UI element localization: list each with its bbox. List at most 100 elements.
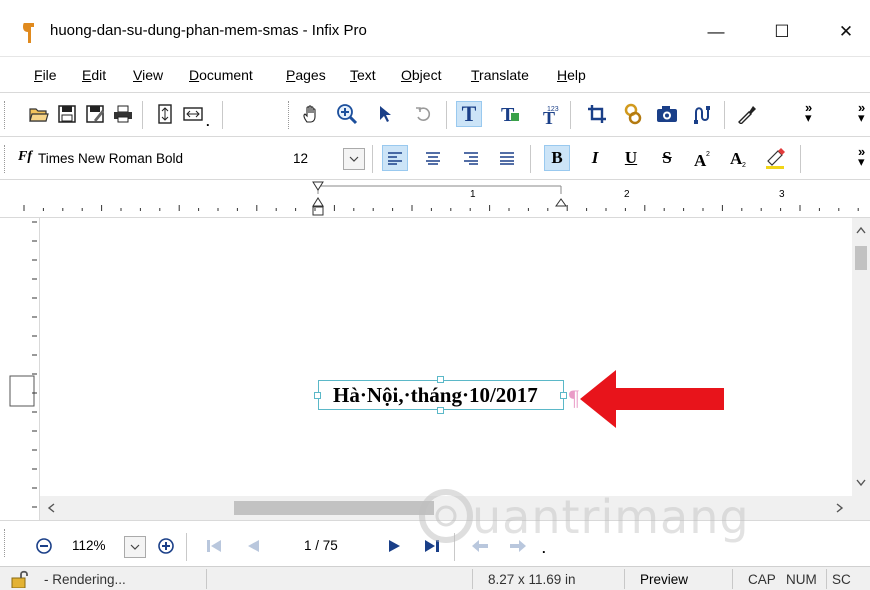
font-name-field[interactable]: Times New Roman Bold: [38, 151, 183, 166]
menu-pages[interactable]: Pages: [286, 67, 326, 83]
superscript-button[interactable]: A2: [690, 145, 716, 171]
align-right-button[interactable]: [458, 145, 484, 171]
font-icon: Ff: [18, 149, 32, 164]
toolbar-grip[interactable]: [4, 101, 7, 129]
resize-handle-right[interactable]: [560, 392, 567, 399]
hand-tool-icon[interactable]: [298, 101, 324, 127]
subscript-button[interactable]: A2: [726, 145, 752, 171]
zoom-dropdown[interactable]: [124, 536, 146, 558]
eyedropper-icon[interactable]: [734, 101, 760, 127]
close-button[interactable]: ✕: [826, 17, 866, 47]
toolbar-overflow-icon-2[interactable]: » ▾: [858, 101, 865, 124]
align-center-button[interactable]: [420, 145, 446, 171]
save-as-icon[interactable]: [82, 101, 108, 127]
scroll-left-icon: [47, 503, 55, 513]
text-tool-icon: T: [461, 101, 477, 126]
dropdown-dot-icon[interactable]: .: [206, 115, 210, 128]
page-indicator[interactable]: 1 / 75: [304, 538, 338, 553]
window-title: huong-dan-su-dung-phan-mem-smas - Infix …: [50, 22, 367, 39]
underline-button[interactable]: U: [618, 145, 644, 171]
vertical-scrollbar[interactable]: [852, 218, 870, 520]
scroll-right-icon: [836, 503, 844, 513]
text-box-icon[interactable]: T: [498, 101, 524, 127]
toolbar-overflow-icon[interactable]: » ▾: [805, 101, 812, 124]
justify-icon: [500, 152, 514, 165]
menu-edit[interactable]: Edit: [82, 67, 106, 83]
camera-icon[interactable]: [654, 101, 680, 127]
menu-view[interactable]: View: [133, 67, 163, 83]
horizontal-scroll-thumb: [234, 501, 434, 515]
path-tool-icon[interactable]: [690, 101, 716, 127]
highlighter-icon: [766, 148, 785, 169]
strikethrough-button[interactable]: S: [654, 145, 680, 171]
subscript-icon: A2: [730, 149, 746, 168]
justify-button[interactable]: [494, 145, 520, 171]
save-icon[interactable]: [54, 101, 80, 127]
font-size-field[interactable]: 12: [293, 151, 308, 166]
page-size-label: 8.27 x 11.69 in: [488, 572, 576, 587]
watermark-logo-icon: [419, 489, 473, 543]
print-icon[interactable]: [110, 101, 136, 127]
zoom-in-small-icon[interactable]: [158, 538, 174, 554]
highlight-button[interactable]: [762, 145, 788, 171]
page-portrait-icon[interactable]: [152, 101, 178, 127]
main-toolbar: . T T T 123 » ▾ » ▾: [0, 92, 870, 136]
italic-icon: I: [591, 148, 599, 167]
open-folder-icon[interactable]: [26, 101, 52, 127]
scroll-down-icon: [856, 479, 866, 487]
text-tool-button[interactable]: T: [456, 101, 482, 127]
watermark-text: uantrimang: [472, 490, 750, 544]
previous-page-icon[interactable]: [246, 539, 260, 553]
align-left-button[interactable]: [382, 145, 408, 171]
document-text[interactable]: Hà·Nội,·tháng·10/2017: [333, 383, 538, 408]
menu-bar: File Edit View Document Pages Text Objec…: [0, 56, 870, 92]
document-canvas[interactable]: [40, 218, 852, 496]
pointer-icon[interactable]: [372, 101, 398, 127]
italic-button[interactable]: I: [582, 145, 608, 171]
menu-help[interactable]: Help: [557, 67, 586, 83]
status-bar: - Rendering... 8.27 x 11.69 in Preview C…: [0, 566, 870, 590]
scrollbar-corner: [852, 496, 870, 520]
toolbar-overflow-icon-3[interactable]: » ▾: [858, 145, 865, 168]
zoom-in-icon[interactable]: [334, 101, 360, 127]
bold-icon: B: [551, 148, 563, 167]
app-icon: [23, 23, 34, 43]
text-numbering-icon[interactable]: T 123: [536, 101, 562, 127]
zoom-level[interactable]: 112%: [72, 538, 106, 553]
font-size-dropdown[interactable]: [343, 148, 365, 170]
menu-object[interactable]: Object: [401, 67, 441, 83]
format-toolbar: Ff Times New Roman Bold 12 B I U S A2 A2…: [0, 136, 870, 180]
resize-handle-bottom[interactable]: [437, 407, 444, 414]
superscript-icon: A2: [694, 151, 710, 168]
zoom-out-icon[interactable]: [36, 538, 52, 554]
chevron-down-icon: [130, 544, 140, 550]
scroll-up-icon: [856, 226, 866, 234]
toolbar-grip[interactable]: [4, 145, 7, 173]
crop-icon[interactable]: [584, 101, 610, 127]
menu-document[interactable]: Document: [189, 67, 253, 83]
page-landscape-icon[interactable]: [180, 101, 206, 127]
next-page-icon[interactable]: [388, 539, 402, 553]
align-left-icon: [388, 152, 402, 165]
resize-handle-left[interactable]: [314, 392, 321, 399]
align-center-icon: [426, 152, 440, 165]
num-lock-indicator: NUM: [786, 572, 817, 587]
menu-text[interactable]: Text: [350, 67, 376, 83]
status-text: - Rendering...: [44, 572, 126, 587]
align-right-icon: [464, 152, 478, 165]
strikethrough-icon: S: [662, 148, 672, 167]
underline-icon: U: [624, 148, 638, 167]
minimize-button[interactable]: —: [696, 17, 736, 47]
bold-button[interactable]: B: [544, 145, 570, 171]
resize-handle-top[interactable]: [437, 376, 444, 383]
maximize-button[interactable]: ☐: [762, 17, 802, 47]
link-icon[interactable]: [620, 101, 646, 127]
menu-file[interactable]: File: [34, 67, 57, 83]
menu-translate[interactable]: Translate: [471, 67, 529, 83]
svg-text:2: 2: [742, 162, 746, 168]
first-page-icon[interactable]: [206, 539, 222, 553]
chevron-down-icon: [349, 156, 359, 162]
horizontal-ruler: 1 2 3: [0, 180, 870, 218]
toolbar-grip[interactable]: [4, 529, 7, 557]
undo-icon[interactable]: [410, 101, 436, 127]
